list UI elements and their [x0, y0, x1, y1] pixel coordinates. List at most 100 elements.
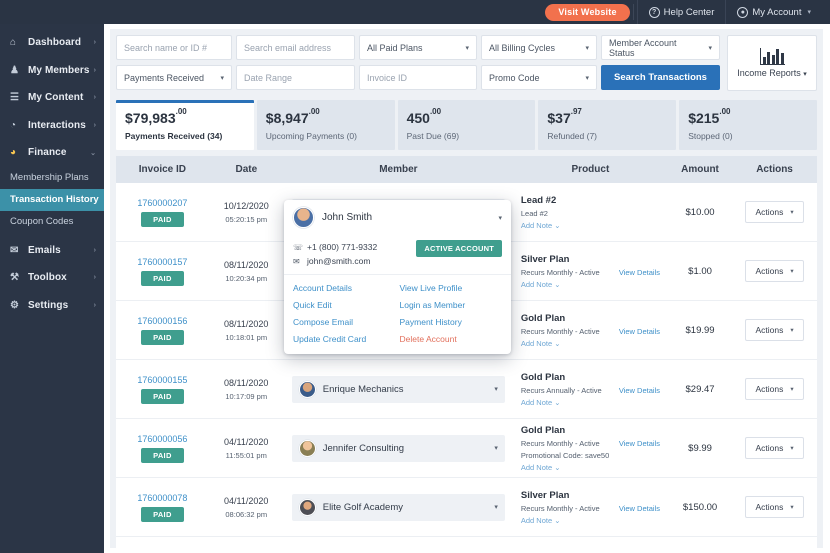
- sidebar-item-my-content[interactable]: ☰ My Content ›: [0, 84, 104, 112]
- chevron-right-icon: ›: [94, 122, 96, 129]
- toolbar-divider: [633, 4, 634, 20]
- popup-header[interactable]: John Smith ▾: [284, 200, 511, 235]
- product-name: Gold Plan: [521, 372, 565, 383]
- actions-button[interactable]: Actions▾: [745, 496, 803, 518]
- invoice-id-link[interactable]: 1760000078: [137, 493, 187, 503]
- sidebar-item-coupon-codes[interactable]: Coupon Codes: [0, 211, 104, 233]
- my-account-menu[interactable]: ● My Account ▾: [725, 0, 822, 24]
- chevron-down-icon: ▾: [790, 326, 793, 334]
- chevron-down-icon: ▾: [790, 208, 793, 216]
- date-cell: 08/11/202010:17:09 pm: [209, 360, 284, 418]
- view-details-link[interactable]: View Details: [619, 504, 660, 513]
- actions-button[interactable]: Actions▾: [745, 260, 803, 282]
- add-note-link[interactable]: Add Note ⌄: [521, 339, 561, 348]
- invoice-id-link[interactable]: 1760000056: [137, 434, 187, 444]
- sidebar-item-label: Toolbox: [28, 272, 94, 283]
- popup-links: Account Details View Live Profile Quick Ed…: [284, 274, 511, 354]
- popup-link[interactable]: Account Details: [293, 283, 396, 293]
- amount-cell: $9.99: [668, 419, 732, 477]
- sidebar-item-settings[interactable]: ⚙ Settings ›: [0, 292, 104, 320]
- billing-cycles-select[interactable]: All Billing Cycles ▾: [481, 35, 597, 60]
- sidebar-item-interactions[interactable]: ◔ Interactions ›: [0, 112, 104, 140]
- popup-link[interactable]: Quick Edit: [293, 300, 396, 310]
- search-name-input[interactable]: Search name or ID #: [116, 35, 232, 60]
- popup-link[interactable]: Login as Member: [400, 300, 503, 310]
- search-email-input[interactable]: Search email address: [236, 35, 355, 60]
- add-note-link[interactable]: Add Note ⌄: [521, 221, 561, 230]
- popup-link[interactable]: Payment History: [400, 317, 503, 327]
- product-name: Gold Plan: [521, 313, 565, 324]
- filter-row-2: Payments Received ▾ Date Range Invoice I…: [116, 65, 721, 90]
- promo-code-value: Promo Code: [489, 73, 540, 83]
- view-details-link[interactable]: View Details: [619, 386, 660, 395]
- visit-website-button[interactable]: Visit Website: [545, 4, 629, 21]
- invoice-id-link[interactable]: 1760000156: [137, 316, 187, 326]
- gear-icon: ⚙: [10, 300, 24, 311]
- payments-received-select[interactable]: Payments Received ▾: [116, 65, 232, 90]
- member-dropdown[interactable]: Enrique Mechanics▾: [292, 376, 505, 403]
- amount-cell: $10.00: [668, 183, 732, 241]
- my-account-label: My Account: [752, 7, 801, 18]
- account-status-select[interactable]: Member Account Status ▾: [601, 35, 720, 60]
- filter-row-1: Search name or ID # Search email address…: [116, 35, 721, 60]
- summary-label: Refunded (7): [547, 131, 667, 141]
- add-note-link[interactable]: Add Note ⌄: [521, 463, 561, 472]
- member-cell: Jennifer Consulting▾: [284, 537, 513, 553]
- actions-button[interactable]: Actions▾: [745, 319, 803, 341]
- invoice-id-input[interactable]: Invoice ID: [359, 65, 477, 90]
- summary-card[interactable]: $215.00Stopped (0): [679, 100, 817, 150]
- popup-link[interactable]: View Live Profile: [400, 283, 503, 293]
- summary-amount: $215.00: [688, 111, 808, 125]
- add-note-link[interactable]: Add Note ⌄: [521, 280, 561, 289]
- sidebar-item-dashboard[interactable]: ⌂ Dashboard ›: [0, 29, 104, 57]
- search-transactions-button[interactable]: Search Transactions: [601, 65, 720, 90]
- invoice-id-link[interactable]: 1760000207: [137, 198, 187, 208]
- actions-button[interactable]: Actions▾: [745, 437, 803, 459]
- popup-link[interactable]: Delete Account: [400, 334, 503, 344]
- popup-link[interactable]: Update Credit Card: [293, 334, 396, 344]
- member-dropdown[interactable]: Elite Golf Academy▾: [292, 494, 505, 521]
- chevron-down-icon: ▾: [220, 74, 224, 82]
- date-range-input[interactable]: Date Range: [236, 65, 355, 90]
- help-center-link[interactable]: ? Help Center: [637, 0, 726, 24]
- amount-value: $9.99: [688, 443, 712, 454]
- sidebar-item-toolbox[interactable]: ⚒ Toolbox ›: [0, 264, 104, 292]
- add-note-link[interactable]: Add Note ⌄: [521, 516, 561, 525]
- payments-received-value: Payments Received: [124, 73, 204, 83]
- row-time: 10:17:09 pm: [225, 392, 267, 401]
- summary-card[interactable]: 450.00Past Due (69): [398, 100, 536, 150]
- bar-chart-icon: [760, 48, 785, 65]
- avatar: [299, 499, 316, 516]
- row-time: 11:55:01 pm: [226, 451, 267, 460]
- summary-card[interactable]: $8,947.00Upcoming Payments (0): [257, 100, 395, 150]
- sidebar-item-membership-plans[interactable]: Membership Plans: [0, 167, 104, 189]
- summary-card[interactable]: $37.97Refunded (7): [538, 100, 676, 150]
- invoice-id-link[interactable]: 1760000155: [137, 375, 187, 385]
- income-reports-button[interactable]: Income Reports ▾: [727, 35, 817, 91]
- paid-plans-select[interactable]: All Paid Plans ▾: [359, 35, 477, 60]
- sidebar-subitem-label: Transaction History: [10, 194, 99, 205]
- product-subtitle: Recurs Monthly - Active: [521, 439, 600, 448]
- promo-code-select[interactable]: Promo Code ▾: [481, 65, 597, 90]
- sidebar-item-transaction-history[interactable]: Transaction History: [0, 189, 104, 211]
- summary-card[interactable]: $79,983.00Payments Received (34): [116, 100, 254, 150]
- popup-phone: +1 (800) 771-9332: [307, 242, 377, 252]
- product-subtitle: Recurs Monthly - Active: [521, 268, 600, 277]
- product-subtitle: Recurs Monthly - Active: [521, 327, 600, 336]
- sidebar-item-emails[interactable]: ✉ Emails ›: [0, 237, 104, 265]
- sidebar-item-my-members[interactable]: ♟ My Members ›: [0, 57, 104, 85]
- actions-button[interactable]: Actions▾: [745, 378, 803, 400]
- member-dropdown[interactable]: Jennifer Consulting▾: [292, 435, 505, 462]
- invoice-cell: 1760000207PAID: [116, 183, 209, 241]
- actions-cell: Actions▾: [732, 360, 817, 418]
- invoice-cell: 1760000156PAID: [116, 301, 209, 359]
- sidebar-item-finance[interactable]: ◕ Finance ⌄: [0, 139, 104, 167]
- view-details-link[interactable]: View Details: [619, 439, 660, 448]
- add-note-link[interactable]: Add Note ⌄: [521, 398, 561, 407]
- actions-cell: Actions▾: [732, 242, 817, 300]
- view-details-link[interactable]: View Details: [619, 268, 660, 277]
- actions-button[interactable]: Actions▾: [745, 201, 803, 223]
- invoice-id-link[interactable]: 1760000157: [137, 257, 187, 267]
- popup-link[interactable]: Compose Email: [293, 317, 396, 327]
- view-details-link[interactable]: View Details: [619, 327, 660, 336]
